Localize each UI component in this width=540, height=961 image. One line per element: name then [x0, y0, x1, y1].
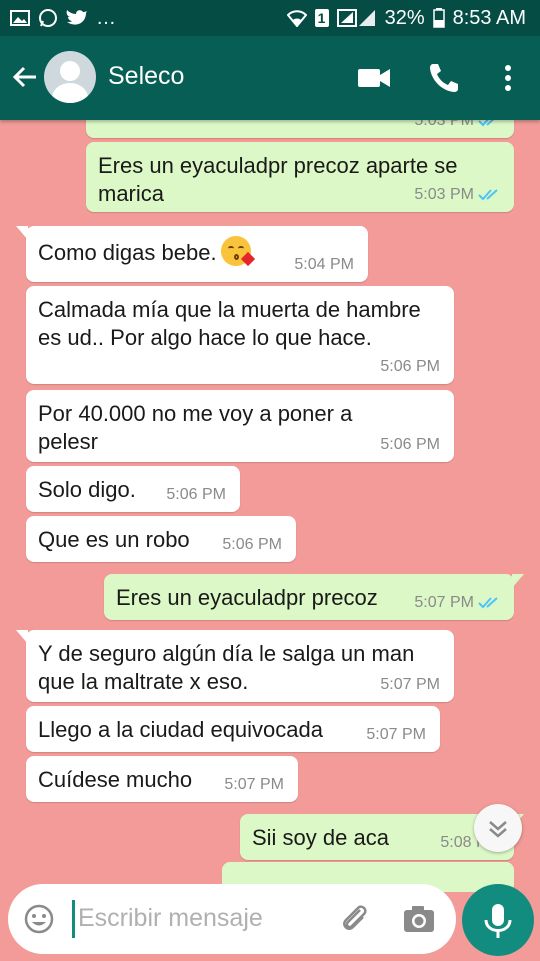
sim-icon: 1 [314, 9, 329, 27]
message-time: 5:07 PM [366, 726, 426, 743]
back-arrow-icon[interactable] [10, 62, 40, 92]
emoji-icon[interactable] [24, 904, 54, 934]
battery-percent: 32% [384, 6, 425, 29]
message-time: 5:07 PM [224, 776, 284, 793]
avatar[interactable] [44, 51, 96, 103]
overflow-menu-icon[interactable] [490, 60, 526, 96]
message-incoming[interactable]: Cuídese mucho 5:07 PM [26, 756, 298, 802]
message-time: 5:04 PM [294, 256, 354, 273]
read-receipt-icon [478, 597, 498, 609]
message-text: Por 40.000 no me voy a poner a pelesr [38, 401, 353, 454]
message-time: 5:06 PM [380, 358, 440, 375]
message-time: 5:06 PM [166, 486, 226, 503]
message-incoming[interactable]: Por 40.000 no me voy a poner a pelesr 5:… [26, 390, 454, 462]
message-input[interactable]: Escribir mensaje [78, 904, 263, 933]
message-incoming[interactable]: Solo digo. 5:06 PM [26, 466, 240, 512]
wifi-icon [286, 10, 307, 27]
message-incoming[interactable]: Como digas bebe. 5:04 PM [16, 226, 368, 282]
phone-call-icon[interactable] [426, 60, 462, 96]
read-receipt-icon [478, 120, 494, 127]
message-text: Que es un robo [38, 527, 190, 552]
image-icon [10, 10, 30, 26]
message-outgoing[interactable]: Eres un eyaculadpr precoz 5:07 PM [104, 574, 524, 620]
more-notifications-icon: … [96, 6, 116, 29]
message-text: Solo digo. [38, 477, 136, 502]
double-chevron-down-icon [489, 821, 507, 838]
message-incoming[interactable]: Que es un robo 5:06 PM [26, 516, 296, 562]
message-incoming[interactable]: Calmada mía que la muerta de hambre es u… [26, 286, 454, 384]
chat-header: Seleco [0, 36, 540, 120]
voice-message-button[interactable] [462, 884, 534, 956]
message-composer: Escribir mensaje [8, 884, 456, 954]
signal-icon [336, 9, 375, 27]
message-text: Eres un eyaculadpr precoz [116, 585, 378, 610]
battery-icon [432, 8, 445, 28]
message-outgoing[interactable]: Sii soy de aca 5:08 PM [240, 814, 524, 860]
message-text: Calmada mía que la muerta de hambre es u… [38, 297, 421, 350]
message-list[interactable]: acabaste 5:03 PM Eres un eyaculadpr prec… [0, 120, 540, 880]
whatsapp-icon [39, 9, 57, 27]
read-receipt-icon [478, 189, 498, 201]
message-time: 5:03 PM [414, 120, 474, 129]
text-cursor [72, 900, 75, 938]
message-time: 5:07 PM [380, 676, 440, 693]
scroll-to-bottom-button[interactable] [474, 804, 522, 852]
video-call-icon[interactable] [356, 60, 392, 96]
message-text: Sii soy de aca [252, 825, 389, 850]
message-outgoing[interactable]: acabaste 5:03 PM [86, 120, 514, 138]
message-incoming[interactable]: Llego a la ciudad equivocada 5:07 PM [26, 706, 440, 752]
message-time: 5:06 PM [380, 436, 440, 453]
twitter-icon [66, 10, 87, 25]
attach-icon[interactable] [338, 902, 372, 936]
status-bar: … 1 32% 8:53 AM [0, 0, 540, 36]
message-incoming[interactable]: Y de seguro algún día le salga un man qu… [16, 630, 454, 702]
message-text: Como digas bebe. [38, 240, 217, 265]
message-time: 5:07 PM [414, 594, 474, 611]
message-time: 5:06 PM [222, 536, 282, 553]
message-text: Llego a la ciudad equivocada [38, 717, 324, 742]
message-outgoing[interactable]: Eres un eyaculadpr precoz aparte se mari… [86, 142, 514, 212]
microphone-icon [484, 904, 512, 938]
message-time: 5:03 PM [414, 186, 474, 203]
contact-name[interactable]: Seleco [108, 62, 184, 91]
kissing-heart-emoji [220, 236, 255, 267]
clock: 8:53 AM [452, 6, 526, 29]
message-text: Cuídese mucho [38, 767, 193, 792]
camera-icon[interactable] [402, 902, 436, 936]
